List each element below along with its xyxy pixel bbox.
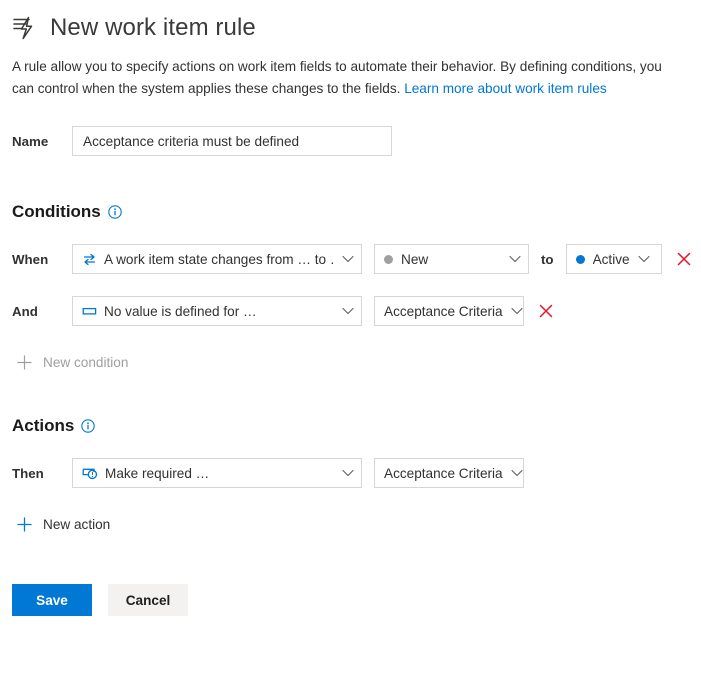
chevron-down-icon: [511, 469, 523, 477]
new-action-label: New action: [43, 516, 111, 532]
condition-field-dropdown-and[interactable]: Acceptance Criteria: [374, 296, 524, 326]
condition-field-value-and: Acceptance Criteria: [384, 303, 503, 319]
condition-rule-dropdown-and[interactable]: No value is defined for …: [72, 296, 362, 326]
from-state-value: New: [401, 251, 429, 267]
state-dot-active: [575, 254, 585, 264]
new-condition-button: New condition: [16, 354, 128, 370]
conditions-heading-label: Conditions: [12, 202, 101, 221]
field-rectangle-icon: [82, 305, 97, 318]
condition-label-when: When: [12, 251, 49, 267]
action-rule-text-then: Make required …: [105, 465, 210, 481]
to-state-dropdown[interactable]: Active: [565, 244, 662, 274]
chevron-down-icon: [511, 307, 523, 315]
action-label-then: Then: [12, 465, 44, 481]
condition-rule-text-when: A work item state changes from … to …: [104, 251, 334, 267]
condition-label-and: And: [12, 303, 38, 319]
delete-condition-button-when[interactable]: [674, 249, 694, 269]
page-description: A rule allow you to specify actions on w…: [12, 56, 672, 100]
info-circle-icon[interactable]: [81, 419, 96, 433]
state-transition-icon: [82, 253, 97, 266]
work-item-rule-icon: [12, 15, 38, 41]
new-action-button[interactable]: New action: [16, 516, 110, 532]
condition-row-and: And No value is defined for … Acceptance…: [12, 296, 701, 326]
plus-icon: [16, 354, 32, 370]
to-state-value: Active: [592, 251, 630, 267]
chevron-down-icon: [509, 255, 521, 263]
rule-name-input[interactable]: [72, 126, 392, 156]
conditions-heading: Conditions: [12, 202, 701, 222]
from-state-dropdown[interactable]: New: [374, 244, 529, 274]
plus-icon: [16, 516, 32, 532]
actions-heading: Actions: [12, 416, 701, 436]
chevron-down-icon: [342, 469, 354, 477]
action-rule-dropdown-then[interactable]: Make required …: [72, 458, 362, 488]
save-button[interactable]: Save: [12, 584, 92, 616]
action-field-value-then: Acceptance Criteria: [384, 465, 503, 481]
state-dot-new: [384, 254, 393, 264]
make-required-icon: [82, 466, 98, 480]
actions-heading-label: Actions: [12, 416, 75, 435]
info-circle-icon[interactable]: [108, 205, 122, 219]
page-title: New work item rule: [50, 13, 256, 41]
delete-condition-button-and[interactable]: [536, 301, 556, 321]
name-row: Name: [12, 126, 701, 156]
cancel-button[interactable]: Cancel: [108, 584, 188, 616]
chevron-down-icon: [638, 255, 650, 263]
new-condition-label: New condition: [43, 354, 129, 370]
action-row-then: Then Make required … Acceptance Criteria: [12, 458, 701, 488]
name-label: Name: [12, 133, 49, 149]
condition-rule-text-and: No value is defined for …: [104, 303, 257, 319]
condition-row-when: When A work item state changes from … to…: [12, 244, 701, 274]
chevron-down-icon: [342, 307, 354, 315]
new-work-item-rule-page: New work item rule A rule allow you to s…: [0, 0, 701, 682]
footer-buttons: Save Cancel: [12, 584, 701, 616]
page-header: New work item rule: [0, 0, 701, 44]
to-connector-label: to: [541, 251, 554, 267]
learn-more-link[interactable]: Learn more about work item rules: [404, 81, 607, 96]
action-field-dropdown-then[interactable]: Acceptance Criteria: [374, 458, 524, 488]
chevron-down-icon: [342, 255, 354, 263]
condition-rule-dropdown-when[interactable]: A work item state changes from … to …: [72, 244, 362, 274]
